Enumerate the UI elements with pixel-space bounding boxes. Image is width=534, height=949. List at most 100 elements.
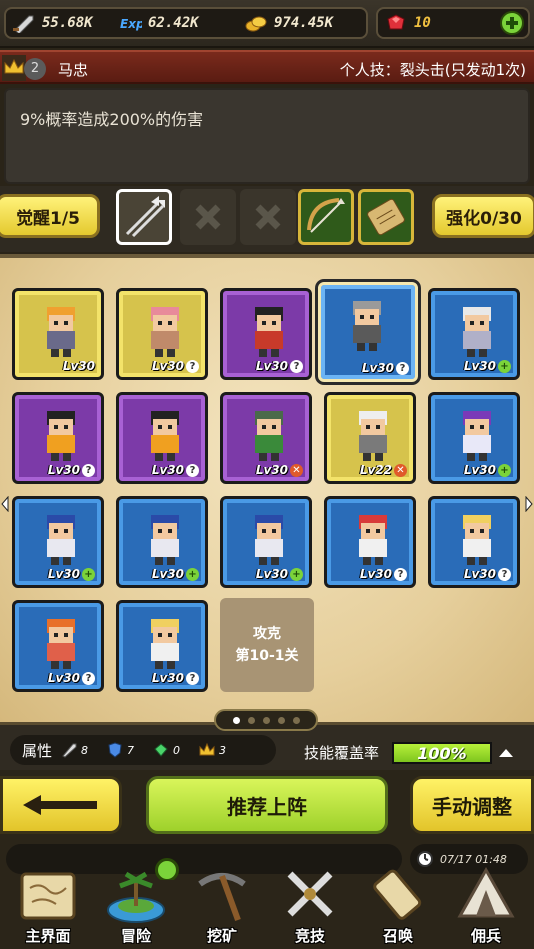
hero-portrait-icon (463, 515, 491, 565)
scroll-icon (367, 198, 405, 236)
hero-level: Lv30 (63, 359, 95, 373)
manual-adjust-button[interactable]: 手动调整 (410, 776, 534, 834)
arrow-volley-icon (125, 196, 165, 238)
hero-portrait-icon (151, 515, 179, 565)
hero-card[interactable]: Lv30 (12, 288, 104, 380)
hero-level-text: Lv30 (47, 463, 80, 477)
hero-level-text: Lv30 (47, 567, 80, 581)
hero-card[interactable]: Lv30? (116, 600, 208, 692)
page-dot (262, 716, 270, 724)
gem-value: 10 (414, 15, 431, 31)
coverage-value: 100% (417, 744, 467, 763)
back-button[interactable] (0, 776, 122, 834)
hero-card[interactable]: Lv30? (428, 496, 520, 588)
hero-card[interactable]: Lv30 ✕ (220, 392, 312, 484)
attack-value: 55.68K (42, 15, 93, 31)
sword-icon (13, 15, 34, 33)
attribute-label: 属性 (22, 741, 53, 760)
hero-portrait-icon (47, 307, 75, 357)
nav-summon[interactable]: 召唤 (358, 866, 438, 948)
page-dot (277, 716, 285, 724)
map-scroll-icon (20, 872, 76, 920)
hero-card[interactable]: Lv30? (220, 288, 312, 380)
coverage-label: 技能覆盖率 (304, 744, 380, 762)
island-icon (107, 871, 165, 923)
recommend-label: 推荐上阵 (227, 794, 307, 819)
add-gems-button[interactable] (500, 11, 524, 35)
hero-card[interactable]: Lv30 + (12, 496, 104, 588)
info-badge-icon: ? (290, 359, 303, 373)
hero-level: Lv30? (362, 361, 409, 375)
upgrade-badge-icon: + (186, 567, 199, 581)
skill-slot-selected[interactable] (116, 189, 172, 245)
hero-card[interactable]: Lv22 ✕ (324, 392, 416, 484)
hero-level-text: Lv30 (361, 361, 394, 375)
exp-value: 62.42K (148, 15, 199, 31)
hero-card[interactable]: Lv30 + (428, 392, 520, 484)
upgrade-badge-icon: + (82, 567, 95, 581)
skill-description-panel: 9%概率造成200%的伤害 (4, 88, 530, 184)
hero-card[interactable]: Lv30? (116, 392, 208, 484)
awaken-label: 觉醒1/5 (16, 208, 80, 229)
page-dot (247, 716, 255, 724)
hero-level-text: Lv30 (463, 359, 496, 373)
hero-level: Lv30? (48, 671, 95, 685)
skill-slot-locked-2[interactable] (240, 189, 296, 245)
hero-level-text: Lv30 (359, 567, 392, 581)
skill-title: 个人技：裂头击(只发动1次) (339, 61, 526, 79)
hero-level: Lv30 + (152, 567, 199, 581)
hero-card[interactable]: Lv30? (324, 496, 416, 588)
recommend-lineup-button[interactable]: 推荐上阵 (146, 776, 388, 834)
hero-level-text: Lv30 (151, 359, 184, 373)
nav-main[interactable]: 主界面 (8, 866, 88, 948)
expand-up-icon[interactable] (498, 747, 514, 759)
hero-card[interactable]: Lv30? (318, 282, 418, 382)
skill-slot-scroll[interactable] (358, 189, 414, 245)
upgrade-badge-icon: + (498, 463, 511, 477)
hero-level: Lv30? (152, 359, 199, 373)
hero-level: Lv30? (360, 567, 407, 581)
skill-slot-locked-1[interactable] (180, 189, 236, 245)
gem-icon (387, 14, 405, 30)
hero-level: Lv30 + (464, 463, 511, 477)
hero-card[interactable]: Lv30? (116, 288, 208, 380)
nav-mercenary[interactable]: 佣兵 (446, 866, 526, 948)
enhance-button[interactable]: 强化0/30 (432, 194, 534, 238)
upgrade-badge-icon: + (498, 359, 511, 373)
hero-card[interactable]: Lv30 + (428, 288, 520, 380)
skill-slot-bow[interactable] (298, 189, 354, 245)
hero-level-text: Lv30 (463, 567, 496, 581)
hero-level: Lv30? (256, 359, 303, 373)
hero-card[interactable]: Lv30 + (116, 496, 208, 588)
hero-card[interactable]: Lv30? (12, 392, 104, 484)
hero-portrait-icon (47, 411, 75, 461)
clock-text: 07/17 01:48 (440, 852, 507, 866)
crossbow-icon (307, 198, 345, 233)
blocked-badge-icon: ✕ (394, 463, 407, 477)
cross-icon (195, 204, 221, 230)
hero-level: Lv30 + (464, 359, 511, 373)
hero-portrait-icon (463, 411, 491, 461)
hero-card[interactable]: Lv30? (12, 600, 104, 692)
nav-main-label: 主界面 (25, 927, 71, 945)
hero-card[interactable]: Lv30 + (220, 496, 312, 588)
enhance-label: 强化0/30 (446, 208, 522, 229)
upgrade-badge-icon: + (290, 567, 303, 581)
info-badge-icon: ? (82, 671, 95, 685)
crossed-swords-icon (287, 871, 333, 917)
hero-level-text: Lv30 (255, 359, 288, 373)
prev-page-arrow[interactable] (0, 496, 10, 512)
locked-slot[interactable]: 攻克 第10-1关 (220, 598, 314, 692)
awaken-button[interactable]: 觉醒1/5 (0, 194, 100, 238)
nav-adventure[interactable]: 冒险 (96, 866, 176, 948)
nav-arena[interactable]: 竞技 (270, 866, 350, 948)
hero-level: Lv30 ✕ (256, 463, 303, 477)
next-page-arrow[interactable] (524, 496, 534, 512)
coverage-bar: 100% (392, 742, 492, 764)
hero-level-text: Lv30 (151, 671, 184, 685)
hero-portrait-icon (151, 619, 179, 669)
hero-level: Lv30 + (48, 567, 95, 581)
hero-rank-badge: 2 (24, 58, 46, 80)
nav-mining[interactable]: 挖矿 (182, 866, 262, 948)
attribute-summary[interactable]: 属性 8 7 0 3 (10, 735, 276, 765)
